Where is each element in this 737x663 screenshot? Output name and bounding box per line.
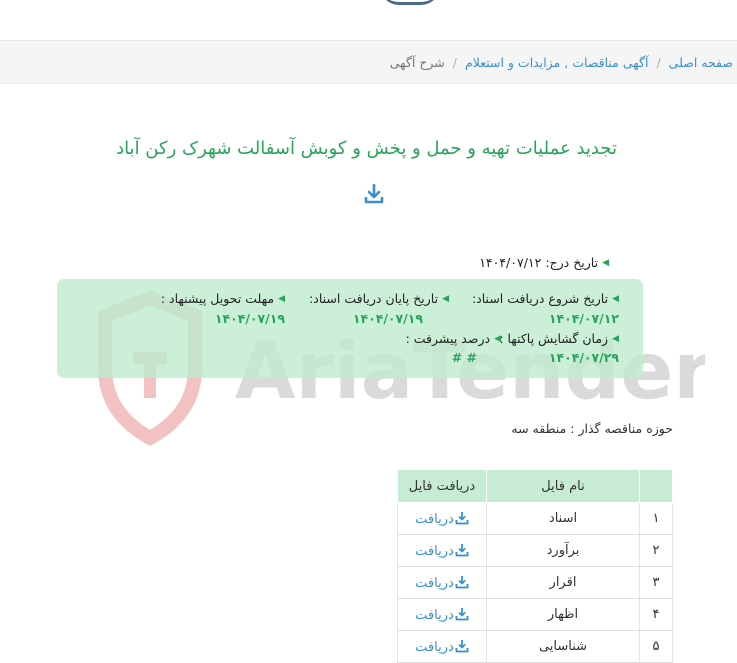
download-link[interactable]: دریافت xyxy=(397,534,487,567)
bullet-triangle-icon: ◀ xyxy=(278,293,285,304)
download-icon xyxy=(455,639,469,652)
download-link[interactable]: دریافت xyxy=(397,630,487,663)
table-row: ۳ اقرار دریافت xyxy=(397,566,673,599)
doc-start-value: ۱۴۰۴/۰۷/۱۲ xyxy=(548,311,619,326)
bullet-triangle-icon: ◀ xyxy=(612,333,619,344)
bullet-triangle-icon: ◀ xyxy=(442,293,449,304)
progress-value: # # xyxy=(451,350,477,365)
breadcrumb-home-link[interactable]: صفحه اصلی xyxy=(669,55,733,70)
download-label[interactable]: دریافت xyxy=(415,512,454,527)
breadcrumb: صفحه اصلی / آگهی مناقصات , مزایدات و است… xyxy=(0,40,737,84)
table-row: ۲ برآورد دریافت xyxy=(397,534,673,567)
insert-date-label: تاریخ درج: xyxy=(545,255,599,270)
download-label[interactable]: دریافت xyxy=(415,576,454,591)
row-number: ۱ xyxy=(639,502,673,535)
insert-date-value: ۱۴۰۴/۰۷/۱۲ xyxy=(479,255,542,270)
breadcrumb-separator: / xyxy=(452,54,457,70)
doc-end-value: ۱۴۰۴/۰۷/۱۹ xyxy=(352,311,423,326)
doc-end-label-row: ◀ تاریخ پایان دریافت اسناد: xyxy=(309,291,449,306)
table-header-row: نام فایل دریافت فایل xyxy=(397,469,673,503)
bullet-triangle-icon: ◀ xyxy=(602,257,609,268)
download-icon xyxy=(455,575,469,588)
download-link[interactable]: دریافت xyxy=(397,502,487,535)
row-number: ۳ xyxy=(639,566,673,599)
file-name: اظهار xyxy=(486,598,640,631)
progress-label-row: ◀ درصد پیشرفت : xyxy=(406,331,501,346)
file-name: اسناد xyxy=(486,502,640,535)
files-table: نام فایل دریافت فایل ۱ اسناد دریافت ۲ بر… xyxy=(397,469,673,663)
doc-start-label: تاریخ شروع دریافت اسناد: xyxy=(471,291,609,306)
table-row: ۵ شناسایی دریافت xyxy=(397,630,673,663)
deadline-label: مهلت تحویل پیشنهاد : xyxy=(160,291,275,306)
opening-label-row: ◀ زمان گشایش پاکتها : xyxy=(499,331,619,346)
row-number: ۵ xyxy=(639,630,673,663)
notice-title: تجدید عملیات تهیه و حمل و پخش و کوبش آسف… xyxy=(116,138,617,159)
download-label[interactable]: دریافت xyxy=(415,544,454,559)
opening-value: ۱۴۰۴/۰۷/۲۹ xyxy=(548,350,619,365)
breadcrumb-notices-link[interactable]: آگهی مناقصات , مزایدات و استعلام xyxy=(465,55,648,70)
dates-info-box: ◀ تاریخ شروع دریافت اسناد: ۱۴۰۴/۰۷/۱۲ ◀ … xyxy=(57,279,643,378)
col-header-num xyxy=(639,469,673,503)
table-row: ۱ اسناد دریافت xyxy=(397,502,673,535)
file-name: اقرار xyxy=(486,566,640,599)
download-icon xyxy=(455,543,469,556)
col-header-download: دریافت فایل xyxy=(397,469,487,503)
download-label[interactable]: دریافت xyxy=(415,608,454,623)
row-number: ۲ xyxy=(639,534,673,567)
doc-start-label-row: ◀ تاریخ شروع دریافت اسناد: xyxy=(472,291,619,306)
file-name: شناسایی xyxy=(486,630,640,663)
progress-label: درصد پیشرفت : xyxy=(405,331,491,346)
bullet-triangle-icon: ◀ xyxy=(612,293,619,304)
bullet-triangle-icon: ◀ xyxy=(494,333,501,344)
download-icon xyxy=(455,607,469,620)
col-header-name: نام فایل xyxy=(486,469,640,503)
insert-date-row: ◀ تاریخ درج: ۱۴۰۴/۰۷/۱۲ xyxy=(479,255,609,270)
table-row: ۴ اظهار دریافت xyxy=(397,598,673,631)
download-link[interactable]: دریافت xyxy=(397,598,487,631)
download-icon[interactable] xyxy=(363,183,385,205)
file-name: برآورد xyxy=(486,534,640,567)
header-logo-arc xyxy=(380,0,440,5)
breadcrumb-separator: / xyxy=(656,54,661,70)
deadline-label-row: ◀ مهلت تحویل پیشنهاد : xyxy=(161,291,285,306)
download-link[interactable]: دریافت xyxy=(397,566,487,599)
download-icon xyxy=(455,511,469,524)
opening-label: زمان گشایش پاکتها : xyxy=(499,331,609,346)
deadline-value: ۱۴۰۴/۰۷/۱۹ xyxy=(214,311,285,326)
breadcrumb-current: شرح آگهی xyxy=(389,54,445,70)
organizer-text: حوزه مناقصه گذار : منطقه سه xyxy=(511,421,673,436)
download-label[interactable]: دریافت xyxy=(415,640,454,655)
doc-end-label: تاریخ پایان دریافت اسناد: xyxy=(309,291,439,306)
row-number: ۴ xyxy=(639,598,673,631)
